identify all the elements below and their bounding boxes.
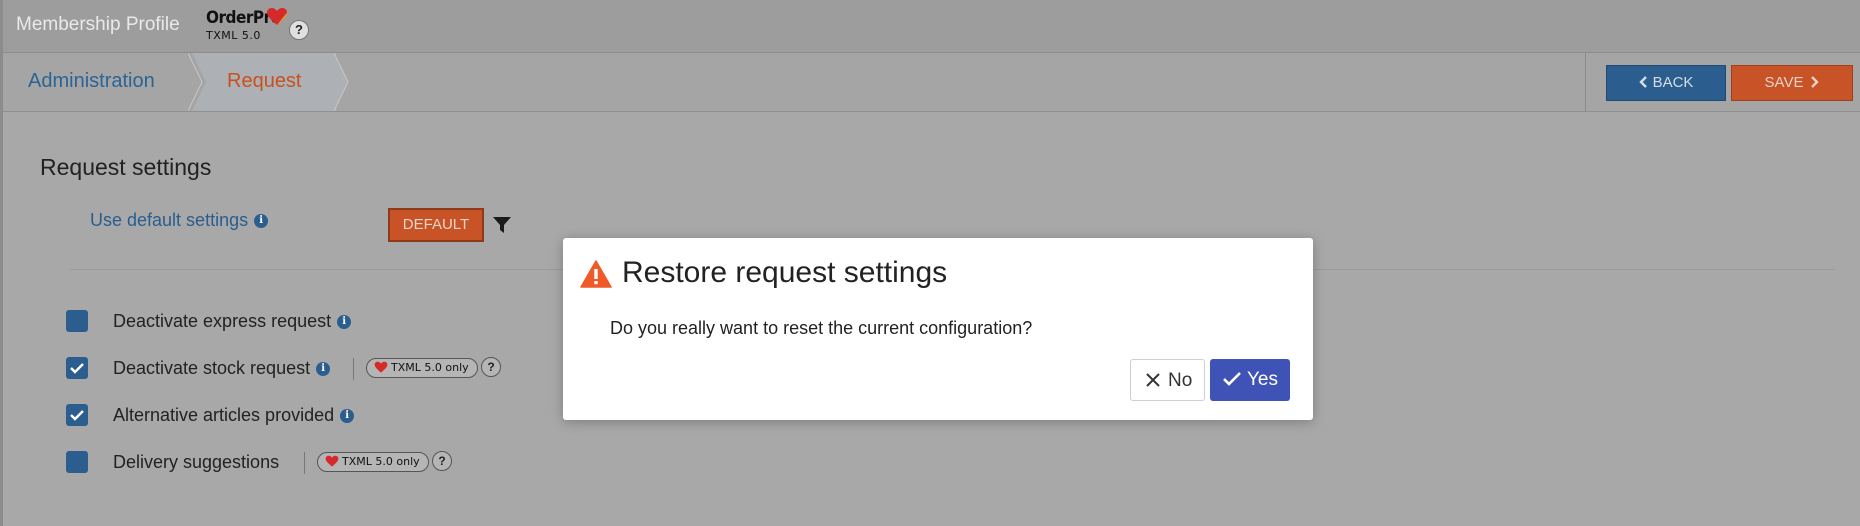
help-icon[interactable]: ? [481,357,501,377]
info-icon[interactable]: i [316,362,331,377]
dialog-message: Do you really want to reset the current … [610,318,1033,338]
yes-button[interactable]: Yes [1210,359,1290,401]
checkmark-icon [1223,372,1241,386]
txml-badge: TXML 5.0 only [366,358,478,378]
back-button[interactable]: BACK [1606,65,1726,101]
overlay-edge [0,0,3,526]
info-icon[interactable]: i [337,315,352,330]
badge-text: TXML 5.0 only [342,455,420,468]
yes-button-label: Yes [1247,369,1278,390]
option-label-text: Deactivate express request [113,311,332,331]
checkmark-icon [70,363,84,374]
checkbox-checked[interactable] [66,404,88,426]
breadcrumb-request[interactable]: Request [227,70,302,93]
heart-logo-icon [267,8,287,25]
orderpro-logo: OrderPro TXML 5.0 [206,8,287,42]
filter-icon[interactable] [492,216,512,234]
section-title: Request settings [40,154,212,180]
confirm-dialog: Restore request settings Do you really w… [563,238,1313,420]
breadcrumb-administration[interactable]: Administration [28,70,155,93]
save-button-label: SAVE [1764,74,1804,91]
checkmark-icon [70,410,84,421]
dialog-title: Restore request settings [622,256,948,289]
no-button[interactable]: No [1130,359,1205,401]
checkbox[interactable] [66,310,88,332]
info-icon[interactable]: i [254,214,269,229]
breadcrumb-separator-icon [334,53,349,111]
breadcrumb: Administration Request BACK SAVE [0,53,1860,112]
top-bar: Membership Profile OrderPro TXML 5.0 ? [0,0,1860,53]
option-label: Deactivate stock request i [113,357,331,379]
app-title: Membership Profile [16,14,180,35]
page: Membership Profile OrderPro TXML 5.0 ? A… [0,0,1860,526]
option-label: Deactivate express request i [113,310,352,332]
back-button-label: BACK [1652,74,1694,91]
option-label: Delivery suggestions [113,452,280,472]
logo-subtitle: TXML 5.0 [206,29,261,42]
heart-logo-icon [374,361,388,373]
heart-logo-icon [325,455,339,467]
checkbox-checked[interactable] [66,357,88,379]
toolbar-divider [1585,53,1586,111]
chevron-left-icon [1638,76,1647,88]
badge-text: TXML 5.0 only [391,361,469,374]
separator [353,358,354,380]
checkbox[interactable] [66,451,88,473]
use-default-settings-label: Use default settings i [90,210,269,231]
option-label-text: Alternative articles provided [113,405,335,425]
help-icon[interactable]: ? [432,451,452,471]
no-button-label: No [1168,370,1193,391]
warning-icon [580,260,612,288]
separator [304,452,305,474]
txml-badge: TXML 5.0 only [317,452,429,472]
info-icon[interactable]: i [340,409,355,424]
option-label-text: Deactivate stock request [113,358,311,378]
save-button[interactable]: SAVE [1731,65,1853,101]
help-icon[interactable]: ? [289,20,309,40]
close-icon [1146,373,1160,387]
option-label: Alternative articles provided i [113,404,355,426]
chevron-right-icon [1811,76,1820,88]
use-default-text: Use default settings [90,210,249,230]
breadcrumb-separator-icon [188,53,206,111]
default-button[interactable]: DEFAULT [388,208,484,242]
